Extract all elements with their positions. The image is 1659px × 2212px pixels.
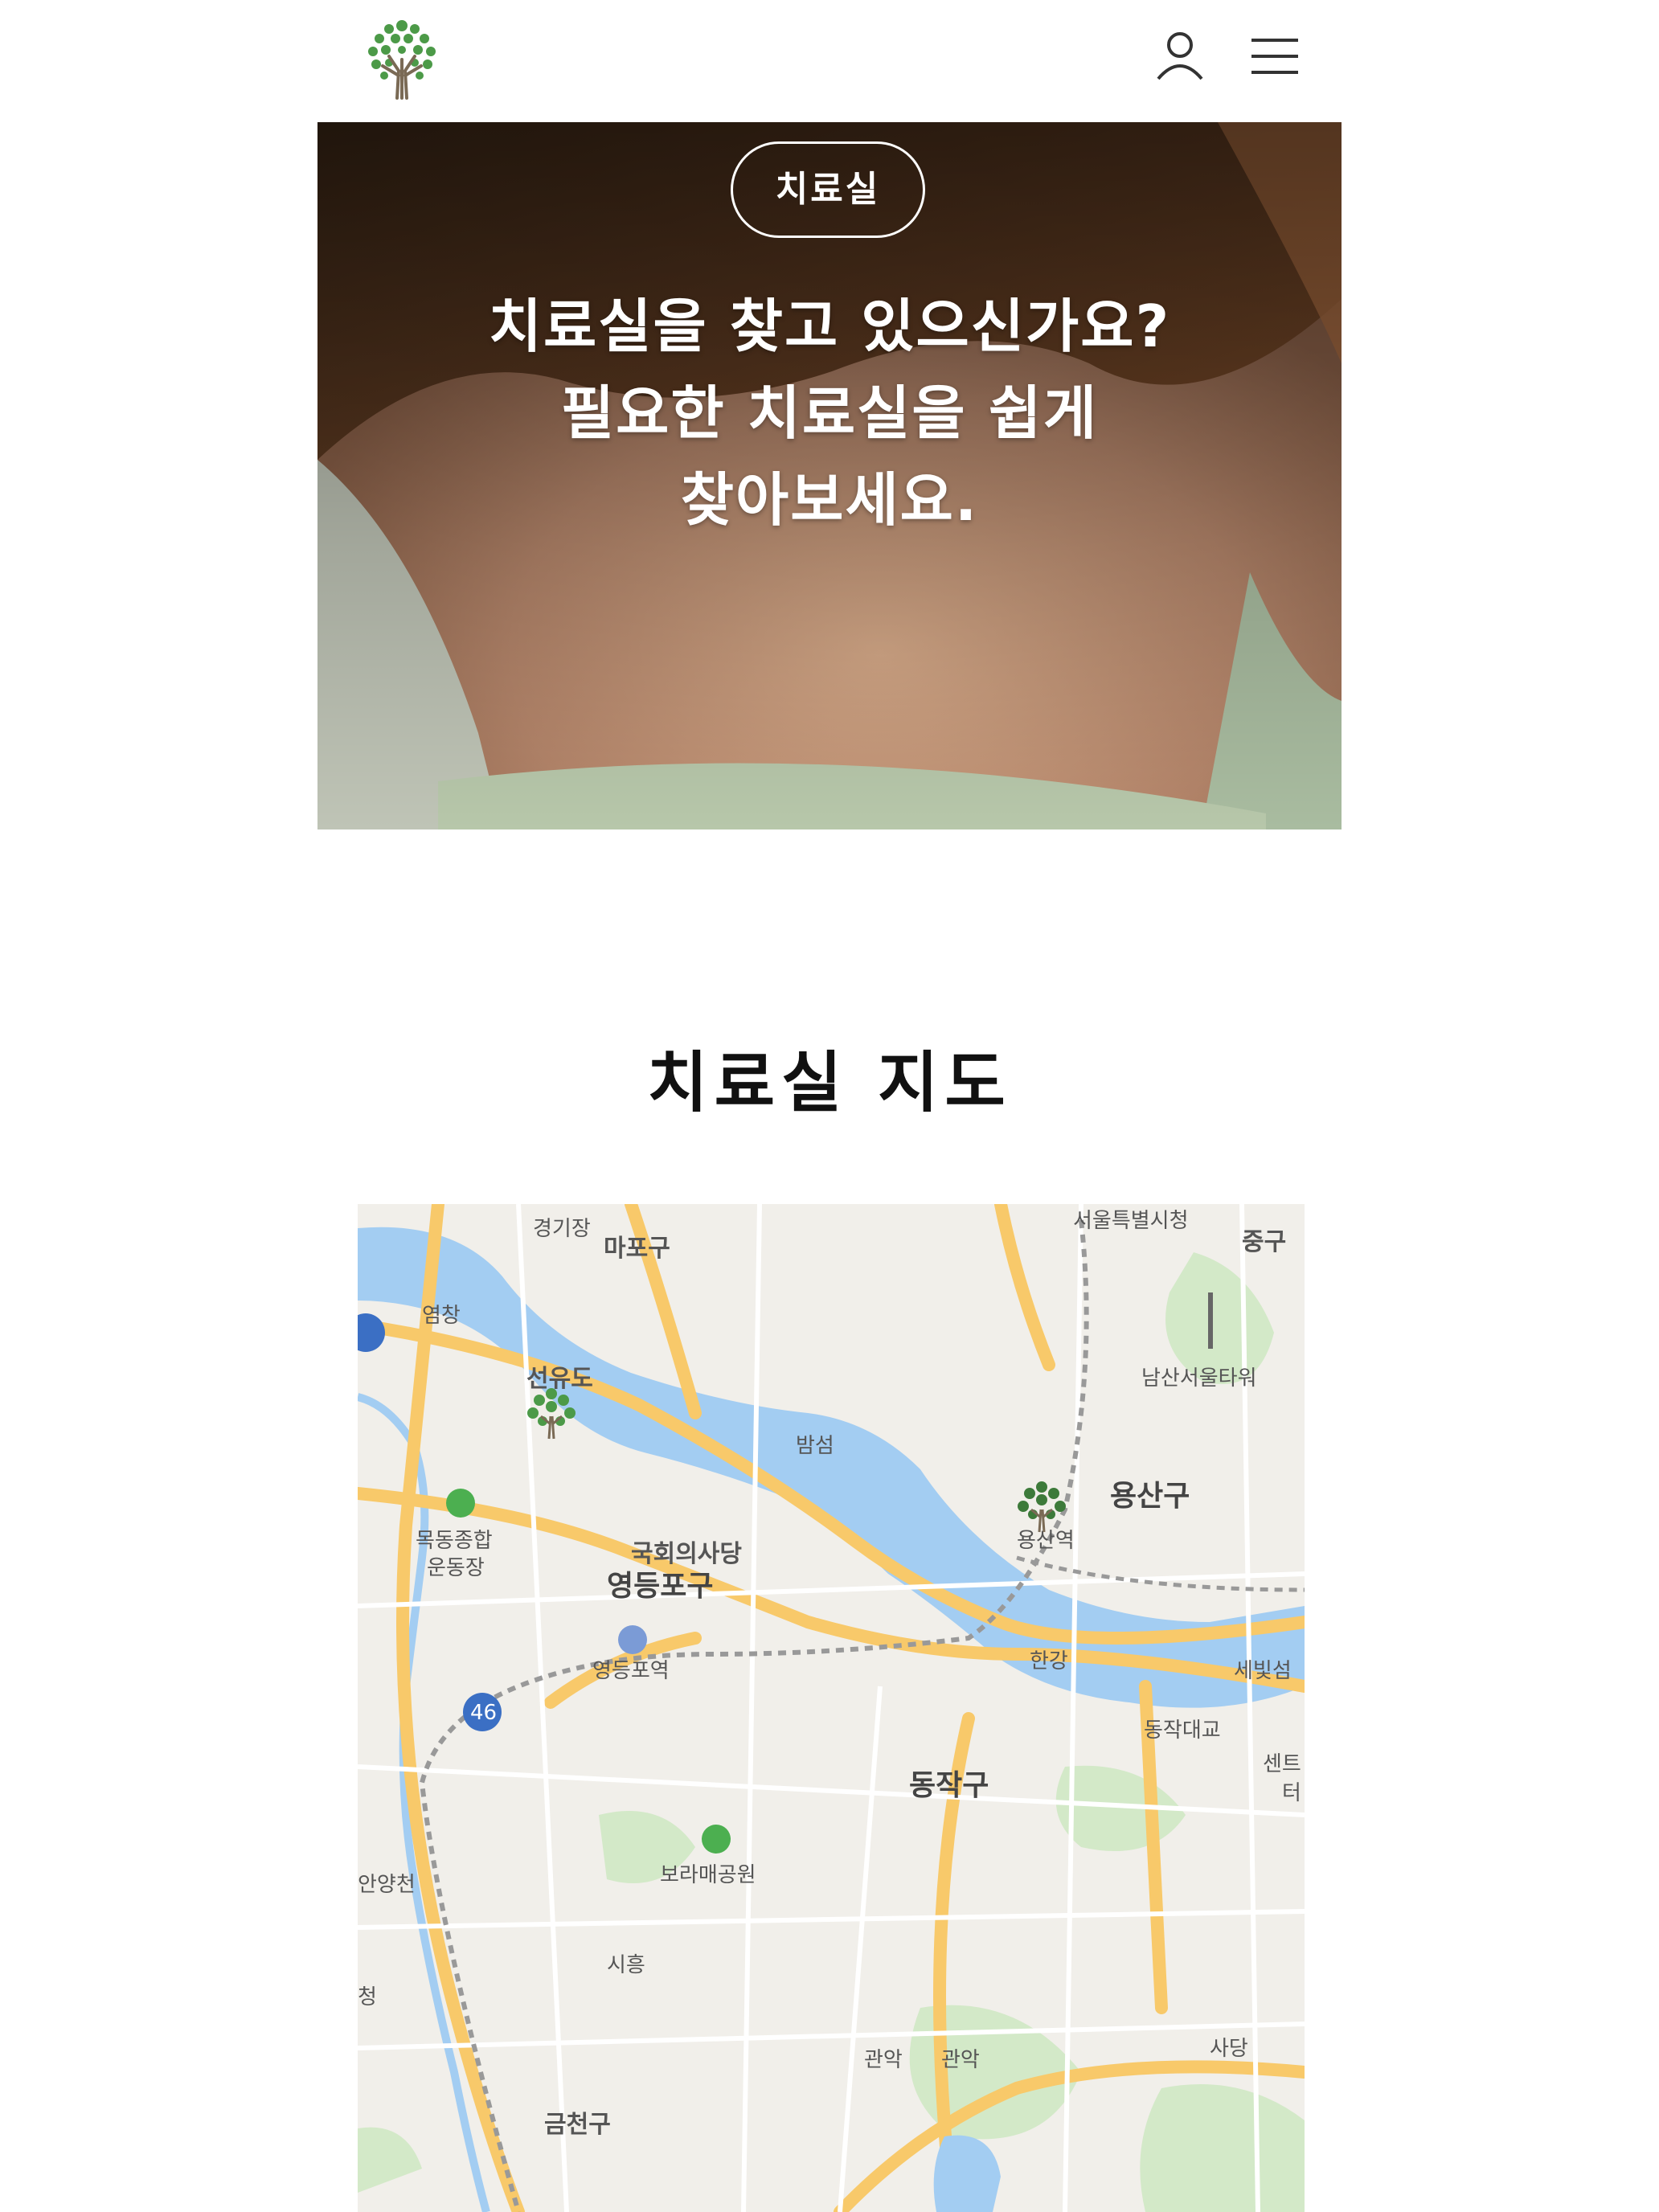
user-icon[interactable] bbox=[1153, 29, 1206, 82]
map-label-sadang: 사당 bbox=[1210, 2037, 1248, 2061]
map-label-bamseom: 밤섬 bbox=[796, 1434, 834, 1458]
map-label-yeongdeungpo-station: 영등포역 bbox=[592, 1659, 670, 1683]
map-label-mokdong-1: 목동종합 bbox=[416, 1529, 493, 1553]
hero-title-line-1: 치료실을 찾고 있으신가요? bbox=[488, 293, 1171, 360]
map-label-dongjak-bridge: 동작대교 bbox=[1144, 1718, 1221, 1743]
map-label-gwanak-1: 관악 bbox=[864, 2048, 903, 2072]
hamburger-menu-icon[interactable] bbox=[1250, 35, 1300, 77]
map-marker-tree-icon[interactable] bbox=[1014, 1477, 1070, 1534]
map-label-yongsangu: 용산구 bbox=[1110, 1480, 1190, 1513]
map-tiles bbox=[358, 1204, 1305, 2212]
tree-logo-icon[interactable] bbox=[362, 14, 442, 101]
hero-banner: 치료실 치료실을 찾고 있으신가요? 필요한 치료실을 쉽게 찾아보세요. bbox=[317, 122, 1342, 830]
page: 치료실 치료실을 찾고 있으신가요? 필요한 치료실을 쉽게 찾아보세요. 치료… bbox=[317, 0, 1342, 2212]
map-label-center-2: 터 bbox=[1282, 1781, 1301, 1805]
map-label-namsan-tower: 남산서울타워 bbox=[1141, 1366, 1257, 1391]
map-label-hangang: 한강 bbox=[1030, 1649, 1068, 1673]
map-label-gwanak-2: 관악 bbox=[941, 2048, 980, 2072]
map-label-cheong: 청 bbox=[358, 1985, 377, 2009]
map-label-geumcheon: 금천구 bbox=[544, 2111, 611, 2139]
map-label-dongjak-gu: 동작구 bbox=[909, 1769, 989, 1802]
map-route-46: 46 bbox=[470, 1701, 498, 1725]
map-label-yeomchang: 염창 bbox=[422, 1304, 461, 1328]
map-label-boramae-park: 보라매공원 bbox=[660, 1863, 756, 1887]
map-label-yeongdeungpo-gu: 영등포구 bbox=[607, 1570, 714, 1603]
map-label-siheung: 시흥 bbox=[607, 1953, 645, 1977]
hero-title: 치료실을 찾고 있으신가요? 필요한 치료실을 쉽게 찾아보세요. bbox=[317, 283, 1342, 543]
map-marker-tree-icon[interactable] bbox=[523, 1384, 580, 1440]
hero-title-line-2: 필요한 치료실을 쉽게 bbox=[560, 379, 1099, 447]
map-label-seoul-city-hall: 서울특별시청 bbox=[1073, 1209, 1189, 1233]
site-header bbox=[317, 0, 1342, 122]
map-label-gyeonggijang: 경기장 bbox=[533, 1217, 591, 1241]
map-label-center-1: 센트 bbox=[1263, 1752, 1301, 1776]
map-label-junggu: 중구 bbox=[1242, 1228, 1287, 1256]
map-label-mapo: 마포구 bbox=[604, 1235, 670, 1263]
therapy-room-map[interactable]: 마포구 경기장 서울특별시청 중구 염창 선유도 밤섬 남산서울타워 용산구 용… bbox=[358, 1204, 1305, 2212]
map-label-anyangcheon: 안양천 bbox=[358, 1873, 416, 1897]
hero-category-badge[interactable]: 치료실 bbox=[731, 141, 925, 238]
map-label-saebitseom: 세빛섬 bbox=[1234, 1659, 1292, 1683]
section-title: 치료실 지도 bbox=[647, 1045, 1012, 1121]
hero-title-line-3: 찾아보세요. bbox=[680, 466, 979, 534]
map-label-mokdong-2: 운동장 bbox=[427, 1556, 485, 1580]
